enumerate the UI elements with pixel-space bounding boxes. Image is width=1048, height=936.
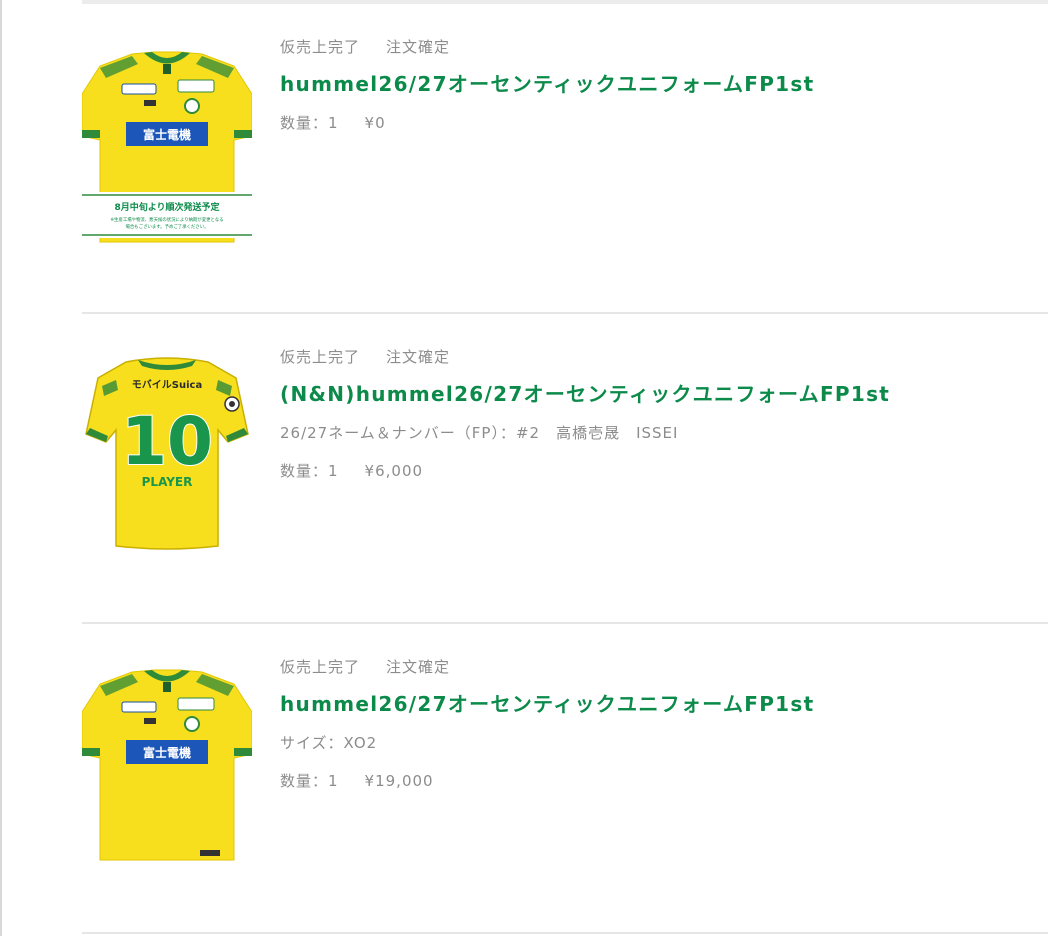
- order-item: モバイルSuica 10 PLAYER 仮売上完了 注文確定 (N&N)humme…: [82, 314, 1048, 622]
- order-status: 注文確定: [386, 348, 451, 366]
- sales-status: 仮売上完了: [280, 348, 361, 366]
- jersey-front-icon: 富士電機 8月中旬より順次発送予定 ※生産工場や物流、悪天候の状況により納期が変…: [82, 51, 252, 243]
- jersey-back-icon: モバイルSuica 10 PLAYER: [85, 357, 249, 550]
- player-name-text: PLAYER: [142, 475, 193, 489]
- product-option: サイズ：XO2: [280, 734, 378, 752]
- price: ¥0: [364, 114, 386, 132]
- page-left-border: [0, 0, 2, 936]
- quantity: 数量：1: [280, 772, 339, 790]
- status-row: 仮売上完了 注文確定: [280, 346, 1048, 368]
- jersey-front-icon: 富士電機: [82, 669, 252, 861]
- sponsor-text: 富士電機: [143, 745, 191, 760]
- quantity: 数量：1: [280, 462, 339, 480]
- order-item: 富士電機 8月中旬より順次発送予定 ※生産工場や物流、悪天候の状況により納期が変…: [82, 4, 1048, 312]
- product-image[interactable]: 富士電機 8月中旬より順次発送予定 ※生産工場や物流、悪天候の状況により納期が変…: [82, 50, 252, 260]
- status-row: 仮売上完了 注文確定: [280, 36, 1048, 58]
- order-info: 仮売上完了 注文確定 (N&N)hummel26/27オーセンティックユニフォーム…: [280, 346, 1048, 482]
- order-item: 富士電機 仮売上完了 注文確定 hummel26/27オーセンティックユニフォーム…: [82, 624, 1048, 932]
- item-divider: [82, 932, 1048, 934]
- product-title-link[interactable]: (N&N)hummel26/27オーセンティックユニフォームFP1st: [280, 380, 1048, 408]
- quantity-price-row: 数量：1 ¥0: [280, 112, 1048, 134]
- price: ¥19,000: [364, 772, 434, 790]
- shipping-notice-text: 8月中旬より順次発送予定: [114, 201, 220, 213]
- product-image[interactable]: 富士電機: [82, 668, 252, 878]
- product-image[interactable]: モバイルSuica 10 PLAYER: [82, 356, 252, 566]
- product-option: 26/27ネーム＆ナンバー（FP）：#2 高橋壱晟 ISSEI: [280, 424, 679, 442]
- product-title-link[interactable]: hummel26/27オーセンティックユニフォームFP1st: [280, 690, 1048, 718]
- back-sponsor-text: モバイルSuica: [132, 379, 202, 391]
- price: ¥6,000: [364, 462, 424, 480]
- quantity-price-row: 数量：1 ¥19,000: [280, 770, 1048, 792]
- quantity: 数量：1: [280, 114, 339, 132]
- status-row: 仮売上完了 注文確定: [280, 656, 1048, 678]
- order-status: 注文確定: [386, 38, 451, 56]
- order-info: 仮売上完了 注文確定 hummel26/27オーセンティックユニフォームFP1st…: [280, 656, 1048, 792]
- shipping-notice-note: ※生産工場や物流、悪天候の状況により納期が変更となる: [110, 216, 223, 223]
- sales-status: 仮売上完了: [280, 658, 361, 676]
- product-title-link[interactable]: hummel26/27オーセンティックユニフォームFP1st: [280, 70, 1048, 98]
- shipping-notice-note: 場合もございます。予めご了承ください。: [126, 223, 209, 230]
- order-info: 仮売上完了 注文確定 hummel26/27オーセンティックユニフォームFP1st…: [280, 36, 1048, 134]
- order-status: 注文確定: [386, 658, 451, 676]
- jersey-number: 10: [121, 403, 213, 480]
- quantity-price-row: 数量：1 ¥6,000: [280, 460, 1048, 482]
- sponsor-text: 富士電機: [143, 127, 191, 142]
- sales-status: 仮売上完了: [280, 38, 361, 56]
